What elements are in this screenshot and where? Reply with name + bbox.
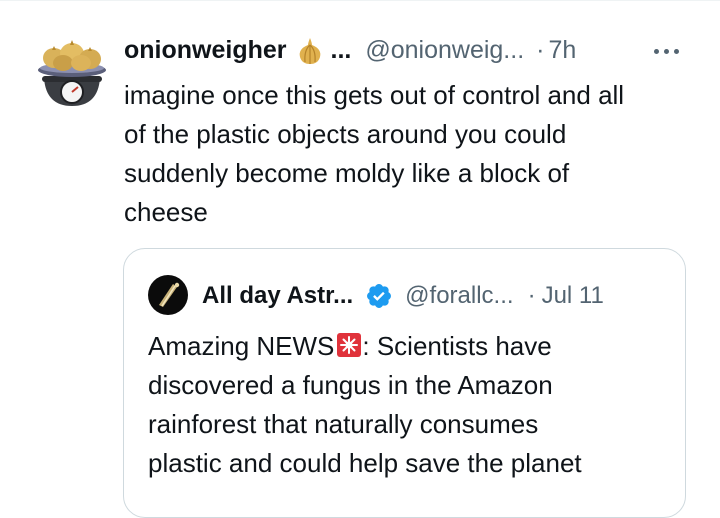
quote-text-fragment: : Scientists have <box>362 331 552 361</box>
more-horizontal-icon-dot <box>653 48 659 54</box>
quote-tweet[interactable]: All day Astr... @forallc... · Jul 11 Ama… <box>123 248 686 518</box>
avatar[interactable] <box>34 32 110 108</box>
quote-avatar[interactable] <box>148 275 188 315</box>
quote-text-line: discovered a fungus in the Amazon <box>148 370 553 400</box>
quote-text-line: plastic and could help save the planet <box>148 448 582 478</box>
quote-date[interactable]: Jul 11 <box>542 282 604 310</box>
more-horizontal-icon-dot <box>663 48 669 54</box>
tweet-text-line: suddenly become moldy like a block of <box>124 158 570 188</box>
separator-dot: · <box>527 282 536 309</box>
more-horizontal-icon-dot <box>673 48 679 54</box>
tweet-text: imagine once this gets out of control an… <box>124 76 704 232</box>
quote-text: Amazing NEWS : Scientists have discovered… <box>148 327 668 483</box>
tweet-header: onionweigher ... @onionweig... · 7h <box>124 33 576 67</box>
quote-text-fragment: Amazing NEWS <box>148 331 335 361</box>
name-truncation: ... <box>330 35 352 64</box>
quote-header: All day Astr... @forallc... · Jul 11 <box>202 279 604 313</box>
handle[interactable]: @onionweig... <box>365 36 524 65</box>
quote-display-name[interactable]: All day Astr... <box>202 282 353 310</box>
tweet-text-line: cheese <box>124 197 208 227</box>
verified-badge-icon <box>365 282 393 310</box>
onion-icon <box>295 36 325 66</box>
quote-handle[interactable]: @forallc... <box>405 282 513 310</box>
tweet-text-line: imagine once this gets out of control an… <box>124 80 625 110</box>
timestamp[interactable]: 7h <box>548 36 576 65</box>
separator-dot: · <box>536 35 545 64</box>
tweet-text-line: of the plastic objects around you could <box>124 119 567 149</box>
quote-text-line: Amazing NEWS : Scientists have <box>148 327 668 366</box>
quote-text-line: rainforest that naturally consumes <box>148 409 539 439</box>
telescope-avatar-icon <box>148 275 188 315</box>
display-name[interactable]: onionweigher <box>124 36 287 65</box>
more-button[interactable] <box>646 36 686 66</box>
tweet[interactable]: onionweigher ... @onionweig... · 7h imag… <box>0 0 720 518</box>
onion-scale-icon <box>38 40 106 106</box>
siren-icon <box>336 330 362 357</box>
